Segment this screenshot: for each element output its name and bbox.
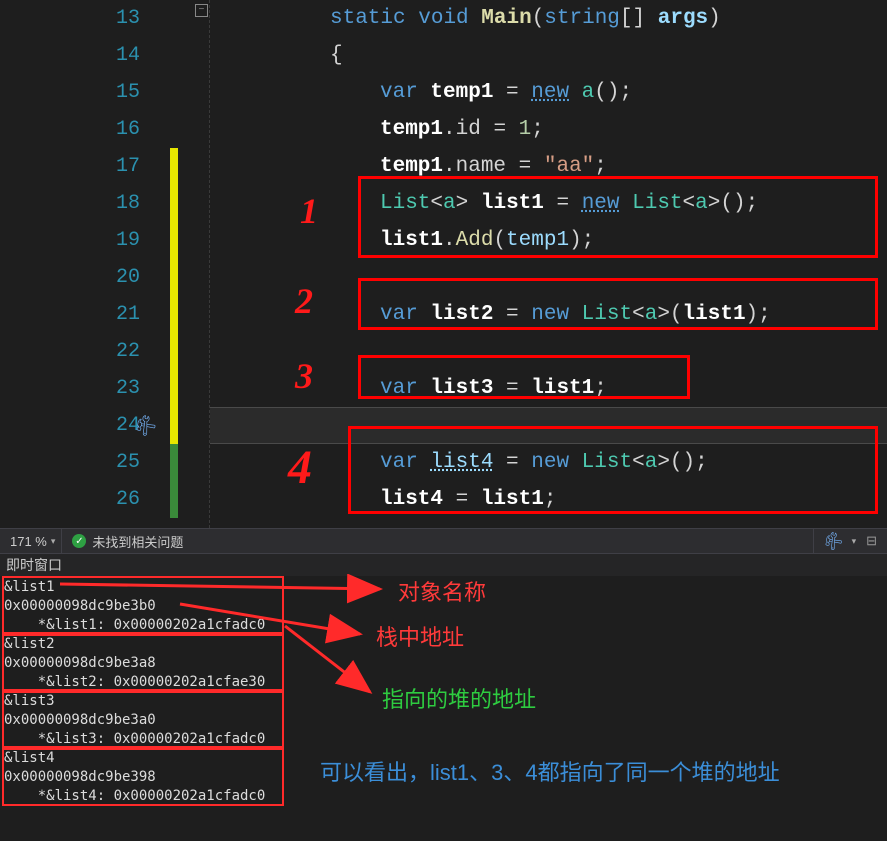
zoom-control[interactable]: 171 % ▾	[0, 529, 62, 553]
fold-toggle-icon[interactable]: −	[195, 4, 208, 17]
chevron-down-icon[interactable]: ▾	[852, 536, 857, 547]
keyword-new: new	[531, 81, 569, 104]
handwritten-3: 3	[295, 355, 313, 397]
immediate-window-panel: 即时窗口 &list1 0x00000098dc9be3b0 *&list1: …	[0, 554, 887, 841]
brace-open: {	[330, 44, 343, 67]
editor-gutter: 13 − 14 15 16 17 18 19 20 21 22 23 24 🛠 …	[0, 0, 210, 528]
annotation-summary: 可以看出，list1、3、4都指向了同一个堆的地址	[320, 756, 860, 789]
screwdriver-icon[interactable]: 🛠	[820, 529, 845, 553]
var-list4: list4	[430, 451, 493, 474]
immediate-window-body[interactable]: &list1 0x00000098dc9be3b0 *&list1: 0x000…	[0, 576, 887, 806]
annotation-heap-address: 指向的堆的地址	[382, 682, 536, 714]
line-number: 14	[100, 44, 140, 67]
line-number: 16	[100, 118, 140, 141]
imm-line: *&list4: 0x00000202a1cfadc0	[4, 787, 887, 806]
line-number: 19	[100, 229, 140, 252]
line-number: 17	[100, 155, 140, 178]
handwritten-2: 2	[295, 280, 313, 322]
annotation-stack-address: 栈中地址	[376, 620, 464, 652]
keyword-static: static	[330, 7, 406, 30]
var-list2: list2	[430, 303, 493, 326]
var-list1: list1	[481, 192, 544, 215]
line-number: 13	[100, 7, 140, 30]
keyword-string: string	[544, 7, 620, 30]
type-a: a	[582, 81, 595, 104]
imm-line: 0x00000098dc9be3a8	[4, 654, 887, 673]
keyword-void: void	[418, 7, 468, 30]
line-number: 18	[100, 192, 140, 215]
divider-icon: ⊟	[866, 533, 877, 549]
keyword-var: var	[380, 81, 418, 104]
chevron-down-icon[interactable]: ▾	[51, 536, 56, 547]
imm-line: *&list3: 0x00000202a1cfadc0	[4, 730, 887, 749]
line-number: 15	[100, 81, 140, 104]
status-bar: 171 % ▾ ✓ 未找到相关问题 🛠 ▾ ⊟	[0, 528, 887, 554]
var-temp1: temp1	[430, 81, 493, 104]
handwritten-4: 4	[288, 440, 312, 495]
line-number: 21	[100, 303, 140, 326]
line-number: 22	[100, 340, 140, 363]
check-ok-icon: ✓	[72, 534, 86, 548]
no-issues-label: 未找到相关问题	[92, 532, 183, 551]
zoom-level: 171 %	[10, 534, 47, 549]
line-number: 20	[100, 266, 140, 289]
method-main: Main	[481, 7, 531, 30]
line-number: 26	[100, 488, 140, 511]
code-editor[interactable]: 13 − 14 15 16 17 18 19 20 21 22 23 24 🛠 …	[0, 0, 887, 528]
handwritten-1: 1	[300, 190, 318, 232]
line-number: 25	[100, 451, 140, 474]
immediate-window-title[interactable]: 即时窗口	[0, 554, 887, 576]
param-args: args	[658, 7, 708, 30]
line-number: 23	[100, 377, 140, 400]
var-list3: list3	[430, 377, 493, 400]
annotation-object-name: 对象名称	[398, 575, 486, 607]
